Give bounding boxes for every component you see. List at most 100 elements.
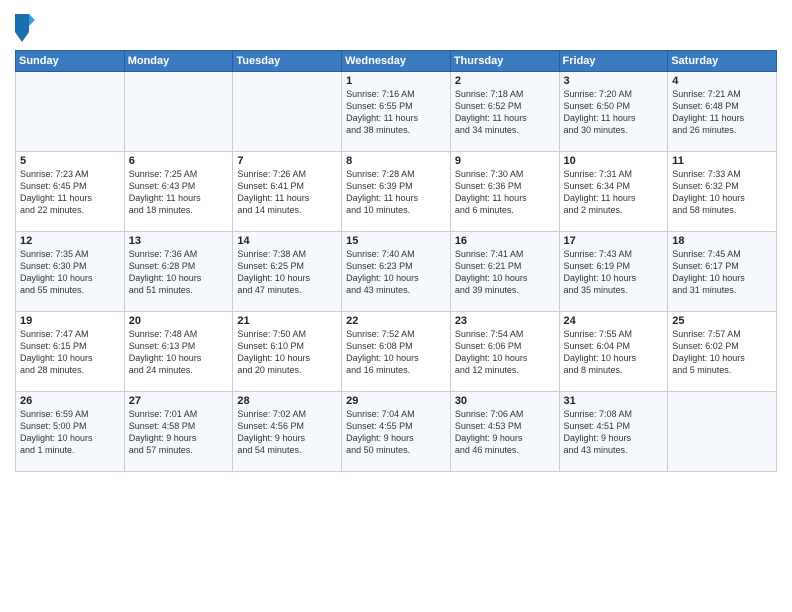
weekday-header-sunday: Sunday [16, 51, 125, 72]
day-cell: 19Sunrise: 7:47 AMSunset: 6:15 PMDayligh… [16, 312, 125, 392]
day-number: 18 [672, 235, 772, 247]
day-number: 2 [455, 75, 555, 87]
day-number: 7 [237, 155, 337, 167]
weekday-header-row: SundayMondayTuesdayWednesdayThursdayFrid… [16, 51, 777, 72]
day-cell: 27Sunrise: 7:01 AMSunset: 4:58 PMDayligh… [124, 392, 233, 472]
day-cell: 7Sunrise: 7:26 AMSunset: 6:41 PMDaylight… [233, 152, 342, 232]
day-number: 16 [455, 235, 555, 247]
day-info: Sunrise: 7:33 AMSunset: 6:32 PMDaylight:… [672, 168, 772, 217]
day-info: Sunrise: 7:02 AMSunset: 4:56 PMDaylight:… [237, 408, 337, 457]
day-cell: 18Sunrise: 7:45 AMSunset: 6:17 PMDayligh… [668, 232, 777, 312]
day-info: Sunrise: 7:40 AMSunset: 6:23 PMDaylight:… [346, 248, 446, 297]
day-cell: 25Sunrise: 7:57 AMSunset: 6:02 PMDayligh… [668, 312, 777, 392]
day-info: Sunrise: 7:48 AMSunset: 6:13 PMDaylight:… [129, 328, 229, 377]
day-info: Sunrise: 7:47 AMSunset: 6:15 PMDaylight:… [20, 328, 120, 377]
day-info: Sunrise: 7:06 AMSunset: 4:53 PMDaylight:… [455, 408, 555, 457]
day-info: Sunrise: 7:25 AMSunset: 6:43 PMDaylight:… [129, 168, 229, 217]
day-cell: 11Sunrise: 7:33 AMSunset: 6:32 PMDayligh… [668, 152, 777, 232]
day-number: 10 [564, 155, 664, 167]
day-info: Sunrise: 7:50 AMSunset: 6:10 PMDaylight:… [237, 328, 337, 377]
day-cell: 14Sunrise: 7:38 AMSunset: 6:25 PMDayligh… [233, 232, 342, 312]
day-number: 1 [346, 75, 446, 87]
day-info: Sunrise: 7:18 AMSunset: 6:52 PMDaylight:… [455, 88, 555, 137]
day-cell: 21Sunrise: 7:50 AMSunset: 6:10 PMDayligh… [233, 312, 342, 392]
day-number: 15 [346, 235, 446, 247]
weekday-header-monday: Monday [124, 51, 233, 72]
day-cell [124, 72, 233, 152]
day-info: Sunrise: 7:08 AMSunset: 4:51 PMDaylight:… [564, 408, 664, 457]
week-row-5: 26Sunrise: 6:59 AMSunset: 5:00 PMDayligh… [16, 392, 777, 472]
day-number: 23 [455, 315, 555, 327]
day-cell: 20Sunrise: 7:48 AMSunset: 6:13 PMDayligh… [124, 312, 233, 392]
week-row-1: 1Sunrise: 7:16 AMSunset: 6:55 PMDaylight… [16, 72, 777, 152]
day-cell: 31Sunrise: 7:08 AMSunset: 4:51 PMDayligh… [559, 392, 668, 472]
day-info: Sunrise: 7:41 AMSunset: 6:21 PMDaylight:… [455, 248, 555, 297]
day-cell: 8Sunrise: 7:28 AMSunset: 6:39 PMDaylight… [342, 152, 451, 232]
day-cell: 13Sunrise: 7:36 AMSunset: 6:28 PMDayligh… [124, 232, 233, 312]
day-number: 11 [672, 155, 772, 167]
calendar-table: SundayMondayTuesdayWednesdayThursdayFrid… [15, 50, 777, 472]
day-info: Sunrise: 7:23 AMSunset: 6:45 PMDaylight:… [20, 168, 120, 217]
day-info: Sunrise: 7:38 AMSunset: 6:25 PMDaylight:… [237, 248, 337, 297]
day-cell: 6Sunrise: 7:25 AMSunset: 6:43 PMDaylight… [124, 152, 233, 232]
day-number: 3 [564, 75, 664, 87]
day-info: Sunrise: 7:52 AMSunset: 6:08 PMDaylight:… [346, 328, 446, 377]
day-info: Sunrise: 7:31 AMSunset: 6:34 PMDaylight:… [564, 168, 664, 217]
day-cell: 26Sunrise: 6:59 AMSunset: 5:00 PMDayligh… [16, 392, 125, 472]
day-cell: 24Sunrise: 7:55 AMSunset: 6:04 PMDayligh… [559, 312, 668, 392]
calendar-page: SundayMondayTuesdayWednesdayThursdayFrid… [0, 0, 792, 612]
day-cell [233, 72, 342, 152]
day-number: 27 [129, 395, 229, 407]
day-info: Sunrise: 7:26 AMSunset: 6:41 PMDaylight:… [237, 168, 337, 217]
day-number: 25 [672, 315, 772, 327]
day-info: Sunrise: 7:57 AMSunset: 6:02 PMDaylight:… [672, 328, 772, 377]
day-info: Sunrise: 7:01 AMSunset: 4:58 PMDaylight:… [129, 408, 229, 457]
day-info: Sunrise: 7:16 AMSunset: 6:55 PMDaylight:… [346, 88, 446, 137]
weekday-header-wednesday: Wednesday [342, 51, 451, 72]
day-info: Sunrise: 7:04 AMSunset: 4:55 PMDaylight:… [346, 408, 446, 457]
day-info: Sunrise: 7:55 AMSunset: 6:04 PMDaylight:… [564, 328, 664, 377]
day-info: Sunrise: 7:54 AMSunset: 6:06 PMDaylight:… [455, 328, 555, 377]
day-number: 24 [564, 315, 664, 327]
day-number: 5 [20, 155, 120, 167]
day-info: Sunrise: 7:35 AMSunset: 6:30 PMDaylight:… [20, 248, 120, 297]
day-info: Sunrise: 6:59 AMSunset: 5:00 PMDaylight:… [20, 408, 120, 457]
day-cell: 28Sunrise: 7:02 AMSunset: 4:56 PMDayligh… [233, 392, 342, 472]
day-number: 9 [455, 155, 555, 167]
day-info: Sunrise: 7:45 AMSunset: 6:17 PMDaylight:… [672, 248, 772, 297]
weekday-header-saturday: Saturday [668, 51, 777, 72]
day-cell [16, 72, 125, 152]
day-cell: 22Sunrise: 7:52 AMSunset: 6:08 PMDayligh… [342, 312, 451, 392]
day-cell: 9Sunrise: 7:30 AMSunset: 6:36 PMDaylight… [450, 152, 559, 232]
day-cell: 10Sunrise: 7:31 AMSunset: 6:34 PMDayligh… [559, 152, 668, 232]
day-cell: 3Sunrise: 7:20 AMSunset: 6:50 PMDaylight… [559, 72, 668, 152]
day-number: 17 [564, 235, 664, 247]
logo-icon [15, 14, 35, 42]
day-number: 13 [129, 235, 229, 247]
day-cell: 15Sunrise: 7:40 AMSunset: 6:23 PMDayligh… [342, 232, 451, 312]
day-number: 12 [20, 235, 120, 247]
header [15, 10, 777, 42]
weekday-header-tuesday: Tuesday [233, 51, 342, 72]
day-cell: 23Sunrise: 7:54 AMSunset: 6:06 PMDayligh… [450, 312, 559, 392]
day-number: 22 [346, 315, 446, 327]
day-number: 19 [20, 315, 120, 327]
day-cell: 12Sunrise: 7:35 AMSunset: 6:30 PMDayligh… [16, 232, 125, 312]
day-number: 8 [346, 155, 446, 167]
day-cell: 17Sunrise: 7:43 AMSunset: 6:19 PMDayligh… [559, 232, 668, 312]
day-number: 20 [129, 315, 229, 327]
day-number: 6 [129, 155, 229, 167]
day-cell: 4Sunrise: 7:21 AMSunset: 6:48 PMDaylight… [668, 72, 777, 152]
day-info: Sunrise: 7:21 AMSunset: 6:48 PMDaylight:… [672, 88, 772, 137]
day-number: 31 [564, 395, 664, 407]
day-info: Sunrise: 7:36 AMSunset: 6:28 PMDaylight:… [129, 248, 229, 297]
day-info: Sunrise: 7:43 AMSunset: 6:19 PMDaylight:… [564, 248, 664, 297]
day-cell: 1Sunrise: 7:16 AMSunset: 6:55 PMDaylight… [342, 72, 451, 152]
day-number: 14 [237, 235, 337, 247]
logo [15, 14, 39, 42]
day-cell: 16Sunrise: 7:41 AMSunset: 6:21 PMDayligh… [450, 232, 559, 312]
day-number: 29 [346, 395, 446, 407]
day-cell: 30Sunrise: 7:06 AMSunset: 4:53 PMDayligh… [450, 392, 559, 472]
day-cell: 2Sunrise: 7:18 AMSunset: 6:52 PMDaylight… [450, 72, 559, 152]
week-row-2: 5Sunrise: 7:23 AMSunset: 6:45 PMDaylight… [16, 152, 777, 232]
